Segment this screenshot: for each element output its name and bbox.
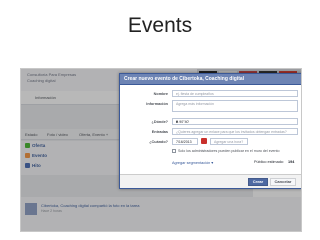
name-label: Nombre <box>153 92 168 96</box>
event-time-input[interactable]: Agregar una hora? <box>210 138 248 145</box>
event-name-placeholder: ej. fiesta de cumpleaños <box>176 92 214 96</box>
admin-only-checkbox[interactable] <box>172 149 176 153</box>
add-targeting-link[interactable]: Agregar segmentación ▾ <box>172 160 213 165</box>
tickets-url-placeholder: ¿Quieres agregar un enlace para que los … <box>176 130 287 134</box>
when-label: ¿Cuándo? <box>149 140 168 144</box>
event-date-value: 7/16/2013 <box>176 140 192 144</box>
create-event-dialog: Crear nuevo evento de Cibertoka, Coachin… <box>119 73 301 189</box>
event-date-input[interactable]: 7/16/2013 <box>172 138 198 145</box>
event-location-select[interactable]: B 90°40' ▾ <box>172 118 298 125</box>
estimated-audience-value: 194 <box>288 160 295 164</box>
event-details-input[interactable]: Agrega más información <box>172 100 298 112</box>
event-details-placeholder: Agrega más información <box>176 102 214 106</box>
tickets-label: Entradas <box>151 130 168 134</box>
admin-only-label: Solo los administradores pueden publicar… <box>178 149 280 153</box>
event-name-input[interactable]: ej. fiesta de cumpleaños <box>172 90 298 97</box>
cancel-button[interactable]: Cancelar <box>270 178 296 186</box>
tickets-url-input[interactable]: ¿Quieres agregar un enlace para que los … <box>172 128 298 135</box>
details-label: Información <box>146 102 168 106</box>
estimated-audience-label: Público estimado: <box>254 160 284 164</box>
dialog-title: Crear nuevo evento de Cibertoka, Coachin… <box>124 76 245 82</box>
chevron-down-icon: ▾ <box>176 120 178 124</box>
slide-title: Events <box>127 14 193 37</box>
event-time-placeholder: Agregar una hora? <box>214 140 244 144</box>
create-button[interactable]: Crear <box>248 178 268 186</box>
dialog-header: Crear nuevo evento de Cibertoka, Coachin… <box>120 74 301 85</box>
facebook-screenshot: Consultoría Para Empresas Coaching digit… <box>20 68 302 232</box>
where-label: ¿Dónde? <box>151 120 168 124</box>
dialog-footer: Crear Cancelar <box>120 174 301 188</box>
calendar-icon[interactable] <box>201 138 207 144</box>
